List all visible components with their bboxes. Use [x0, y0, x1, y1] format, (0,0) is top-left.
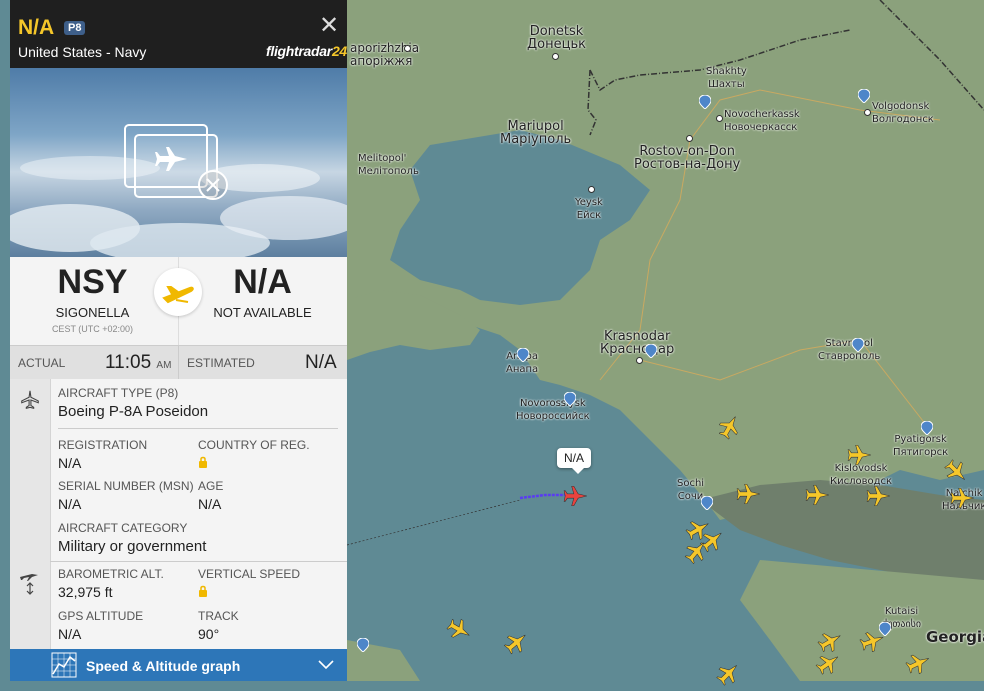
flightradar24-logo: flightradar24 [266, 43, 347, 59]
aircraft-photo-placeholder [10, 68, 347, 257]
airport-pin-icon[interactable] [921, 421, 933, 435]
separator [58, 428, 338, 429]
estimated-time: N/A [305, 352, 337, 373]
aircraft-icon[interactable] [950, 485, 976, 511]
city-dot [636, 357, 643, 364]
speed-altitude-graph-toggle[interactable]: Speed & Altitude graph [10, 649, 347, 681]
city-stavropol: Stavropol Ставрополь [818, 338, 881, 362]
airplane-icon [162, 286, 194, 304]
airport-pin-icon[interactable] [645, 344, 657, 358]
country-georgia: Georgia [926, 628, 984, 646]
city-novocherkassk: Novocherkassk Новочеркасск [724, 109, 800, 133]
lock-icon [198, 584, 300, 600]
city-dot [864, 109, 871, 116]
city-pyatigorsk: Pyatigorsk Пятигорск [893, 434, 949, 458]
city-dot [716, 115, 723, 122]
route-section: NSY SIGONELLA CEST (UTC +02:00) N/A NOT … [10, 257, 347, 345]
destination-airport[interactable]: N/A NOT AVAILABLE [180, 257, 345, 320]
map-edge [0, 0, 10, 681]
aircraft-icon[interactable] [847, 442, 873, 468]
chevron-down-icon[interactable] [318, 660, 334, 670]
age-field: AGE N/A [198, 479, 224, 512]
aircraft-type-field: AIRCRAFT TYPE (P8) Boeing P-8A Poseidon [58, 386, 209, 420]
graph-label: Speed & Altitude graph [86, 658, 241, 674]
city-dot [588, 186, 595, 193]
operator-name: United States - Navy [18, 44, 147, 60]
actual-time: 11:05 AM [105, 352, 172, 373]
airport-pin-icon[interactable] [699, 95, 711, 109]
city-donetsk: Donetsk Донецьк [527, 24, 586, 52]
country-of-reg-field: COUNTRY OF REG. [198, 438, 310, 471]
airport-pin-icon[interactable] [564, 392, 576, 406]
city-shakhty: Shakhty Шахты [706, 66, 747, 90]
city-dot [686, 135, 693, 142]
city-krasnodar: Krasnodar Краснодар [600, 329, 675, 357]
origin-name: SIGONELLA [55, 305, 130, 320]
aircraft-category-field: AIRCRAFT CATEGORY Military or government [58, 521, 207, 555]
track-field: TRACK 90° [198, 609, 239, 642]
origin-code: NSY [57, 263, 128, 301]
city-dot [404, 45, 411, 52]
airport-pin-icon[interactable] [852, 338, 864, 352]
serial-number-field: SERIAL NUMBER (MSN) N/A [58, 479, 194, 512]
airport-pin-icon[interactable] [357, 638, 369, 652]
city-rostov: Rostov-on-Don Ростов-на-Дону [634, 144, 741, 172]
aircraft-icon [21, 390, 39, 409]
times-bar: ACTUAL 11:05 AM ESTIMATED N/A [10, 345, 347, 380]
altitude-icon [20, 574, 38, 595]
close-icon[interactable]: ✕ [319, 14, 339, 38]
panel-header: N/A P8 United States - Navy ✕ flightrada… [10, 0, 347, 68]
city-melitopol: Melitopol' Мелітополь [358, 153, 419, 177]
city-yeysk: Yeysk Ейск [575, 197, 603, 221]
city-novorossiysk: Novorossiysk Новороссийск [516, 398, 590, 422]
flight-info-panel: N/A P8 United States - Navy ✕ flightrada… [10, 0, 347, 681]
actual-label: ACTUAL [18, 356, 66, 370]
destination-name: NOT AVAILABLE [213, 305, 312, 320]
selected-flight-label[interactable]: N/A [557, 448, 592, 474]
selected-aircraft-icon[interactable] [563, 483, 589, 509]
vertical-speed-field: VERTICAL SPEED [198, 567, 300, 600]
airport-pin-icon[interactable] [701, 496, 713, 510]
graph-icon [51, 652, 77, 678]
aircraft-icon[interactable] [736, 481, 762, 507]
estimated-label: ESTIMATED [187, 356, 255, 370]
city-dot [552, 53, 559, 60]
aircraft-icon[interactable] [805, 482, 831, 508]
city-volgodonsk: Volgodonsk Волгодонск [872, 101, 934, 125]
origin-timezone: CEST (UTC +02:00) [51, 324, 134, 334]
city-mariupol: Mariupol Маріуполь [500, 119, 572, 147]
details-sidebar [10, 379, 51, 649]
times-divider [178, 346, 179, 379]
no-photo-icon [124, 124, 228, 200]
callsign: N/A [18, 16, 55, 39]
lock-icon [198, 455, 310, 471]
aircraft-icon[interactable] [866, 483, 892, 509]
barometric-altitude-field: BAROMETRIC ALT. 32,975 ft [58, 567, 164, 600]
separator [50, 561, 347, 562]
airport-pin-icon[interactable] [517, 348, 529, 362]
gps-altitude-field: GPS ALTITUDE N/A [58, 609, 144, 642]
route-plane-badge [154, 268, 202, 316]
airport-pin-icon[interactable] [858, 89, 870, 103]
registration-field: REGISTRATION N/A [58, 438, 148, 471]
origin-airport[interactable]: NSY SIGONELLA CEST (UTC +02:00) [10, 257, 175, 334]
aircraft-type-badge: P8 [64, 21, 86, 35]
aircraft-details: AIRCRAFT TYPE (P8) Boeing P-8A Poseidon … [10, 379, 347, 649]
destination-code: N/A [233, 263, 292, 301]
